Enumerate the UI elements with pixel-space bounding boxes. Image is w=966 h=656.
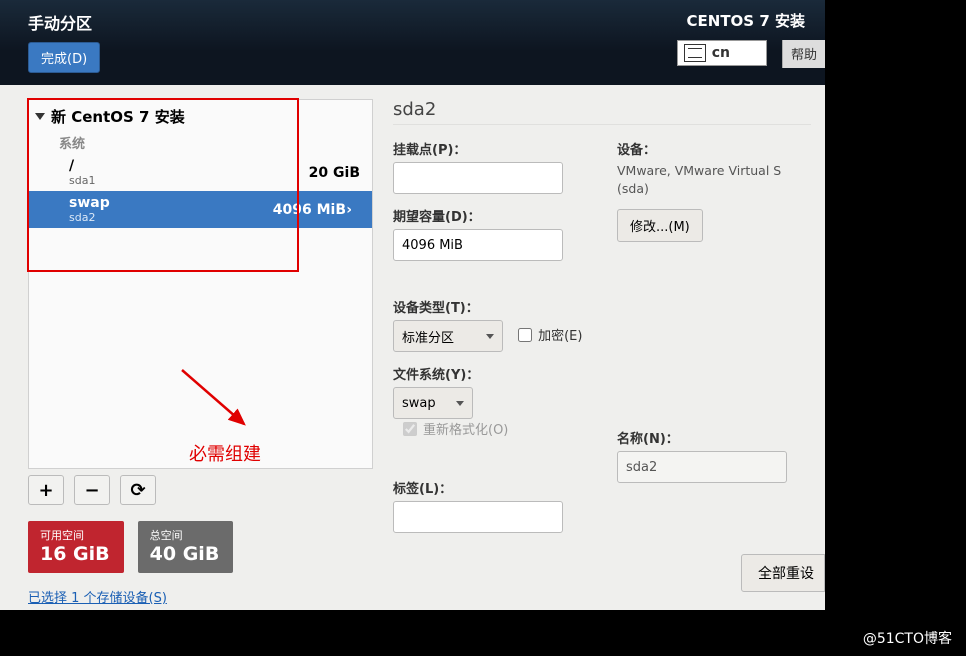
tag-label: 标签(L)：	[393, 478, 587, 497]
tag-input[interactable]	[393, 501, 563, 533]
mount-point-input[interactable]	[393, 162, 563, 194]
space-info: 可用空间 16 GiB 总空间 40 GiB	[28, 521, 373, 573]
left-pane: 必需组建 新 CentOS 7 安装 系统 / sda1 20 GiB swap	[28, 99, 373, 606]
partition-detail-title: sda2	[393, 99, 811, 125]
device-type-label: 设备类型(T)：	[393, 297, 587, 316]
device-label: 设备：	[617, 139, 811, 158]
device-text: VMware, VMware Virtual S (sda)	[617, 162, 811, 197]
chevron-right-icon: ›	[346, 202, 352, 218]
annotation-text: 必需组建	[189, 440, 261, 466]
encrypt-checkbox[interactable]: 加密(E)	[518, 325, 582, 344]
name-label: 名称(N)：	[617, 428, 811, 447]
help-button[interactable]: 帮助	[782, 40, 825, 68]
available-space-value: 16 GiB	[40, 543, 110, 565]
partition-device: sda2	[69, 211, 110, 224]
caret-down-icon	[35, 113, 45, 120]
capacity-label: 期望容量(D)：	[393, 206, 587, 225]
keyboard-layout-selector[interactable]: cn	[677, 40, 767, 66]
partition-name: swap	[69, 195, 110, 211]
available-space-label: 可用空间	[40, 527, 110, 543]
total-space-card: 总空间 40 GiB	[138, 521, 234, 573]
watermark: @51CTO博客	[863, 628, 952, 648]
section-label: 系统	[29, 129, 372, 154]
name-input	[617, 451, 787, 483]
annotation-arrow	[174, 362, 274, 462]
chevron-down-icon	[456, 401, 464, 406]
modify-device-button[interactable]: 修改...(M)	[617, 209, 703, 242]
partition-tree-header[interactable]: 新 CentOS 7 安装	[29, 100, 372, 129]
reload-button[interactable]: ⟳	[120, 475, 156, 505]
partition-row-swap[interactable]: swap sda2 4096 MiB ›	[29, 191, 372, 228]
available-space-card: 可用空间 16 GiB	[28, 521, 124, 573]
right-pane: sda2 挂载点(P)： 期望容量(D)： 设备类型(T)：	[393, 99, 811, 606]
body: 必需组建 新 CentOS 7 安装 系统 / sda1 20 GiB swap	[0, 85, 825, 606]
capacity-input[interactable]	[393, 229, 563, 261]
partition-toolbar: + − ⟳	[28, 475, 373, 505]
header-bar: 手动分区 CENTOS 7 安装 完成(D) cn 帮助	[0, 0, 825, 85]
filesystem-label: 文件系统(Y)：	[393, 364, 587, 383]
partition-size: 20 GiB	[309, 165, 360, 181]
partition-list: 必需组建 新 CentOS 7 安装 系统 / sda1 20 GiB swap	[28, 99, 373, 469]
reset-all-button[interactable]: 全部重设	[741, 554, 825, 592]
total-space-value: 40 GiB	[150, 543, 220, 565]
keyboard-layout-text: cn	[712, 45, 766, 61]
tree-header-label: 新 CentOS 7 安装	[51, 106, 185, 127]
remove-partition-button[interactable]: −	[74, 475, 110, 505]
total-space-label: 总空间	[150, 527, 220, 543]
chevron-down-icon	[486, 334, 494, 339]
installer-title: CENTOS 7 安装	[687, 10, 805, 31]
reformat-checkbox: 重新格式化(O)	[403, 419, 508, 438]
installer-window: 手动分区 CENTOS 7 安装 完成(D) cn 帮助 必需组建 新 Cent…	[0, 0, 825, 610]
filesystem-select[interactable]: swap	[393, 387, 473, 419]
storage-devices-link[interactable]: 已选择 1 个存储设备(S)	[28, 587, 167, 606]
add-partition-button[interactable]: +	[28, 475, 64, 505]
device-type-select[interactable]: 标准分区	[393, 320, 503, 352]
partition-device: sda1	[69, 174, 95, 187]
keyboard-icon	[684, 44, 706, 62]
partition-row-root[interactable]: / sda1 20 GiB	[29, 154, 372, 191]
mount-point-label: 挂载点(P)：	[393, 139, 587, 158]
partition-size: 4096 MiB ›	[273, 202, 360, 218]
partition-name: /	[69, 158, 95, 174]
done-button[interactable]: 完成(D)	[28, 42, 100, 73]
